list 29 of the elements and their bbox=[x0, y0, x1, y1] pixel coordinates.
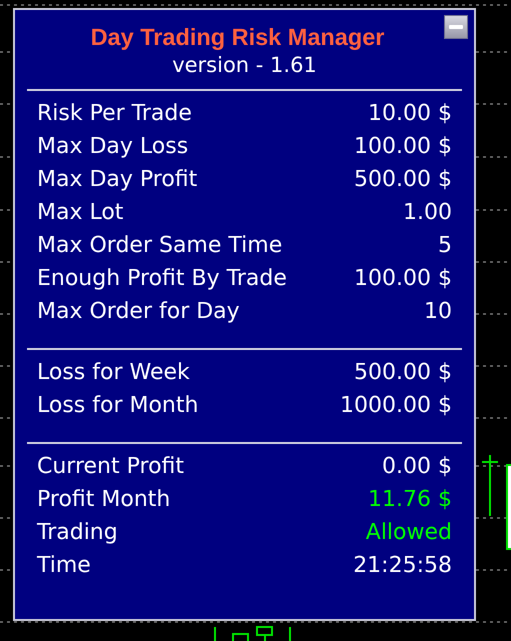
setting-label: Loss for Month bbox=[37, 393, 198, 418]
setting-label: Loss for Week bbox=[37, 360, 190, 385]
setting-value: 10.00 $ bbox=[368, 101, 452, 126]
setting-value: Allowed bbox=[366, 520, 452, 545]
setting-value: 11.76 $ bbox=[368, 487, 452, 512]
setting-label: Profit Month bbox=[37, 487, 170, 512]
version-label: version - 1.61 bbox=[172, 53, 317, 77]
setting-label: Risk Per Trade bbox=[37, 101, 192, 126]
setting-value: 100.00 $ bbox=[354, 134, 452, 159]
setting-value: 10 bbox=[424, 299, 452, 324]
setting-label: Max Order Same Time bbox=[37, 233, 282, 258]
setting-label: Max Day Loss bbox=[37, 134, 188, 159]
setting-value: 1000.00 $ bbox=[340, 393, 452, 418]
setting-value: 500.00 $ bbox=[354, 360, 452, 385]
setting-value: 500.00 $ bbox=[354, 167, 452, 192]
setting-label: Enough Profit By Trade bbox=[37, 266, 287, 291]
setting-value: 100.00 $ bbox=[354, 266, 452, 291]
panel-title: Day Trading Risk Manager bbox=[90, 24, 384, 51]
setting-value: 5 bbox=[438, 233, 452, 258]
setting-value: 1.00 bbox=[403, 200, 452, 225]
minimize-button[interactable] bbox=[444, 15, 468, 39]
setting-label: Time bbox=[37, 553, 91, 578]
setting-value: 21:25:58 bbox=[353, 553, 452, 578]
setting-label: Current Profit bbox=[37, 454, 184, 479]
setting-label: Max Lot bbox=[37, 200, 124, 225]
setting-value: 0.00 $ bbox=[382, 454, 452, 479]
setting-label: Trading bbox=[37, 520, 118, 545]
setting-label: Max Day Profit bbox=[37, 167, 198, 192]
setting-label: Max Order for Day bbox=[37, 299, 240, 324]
